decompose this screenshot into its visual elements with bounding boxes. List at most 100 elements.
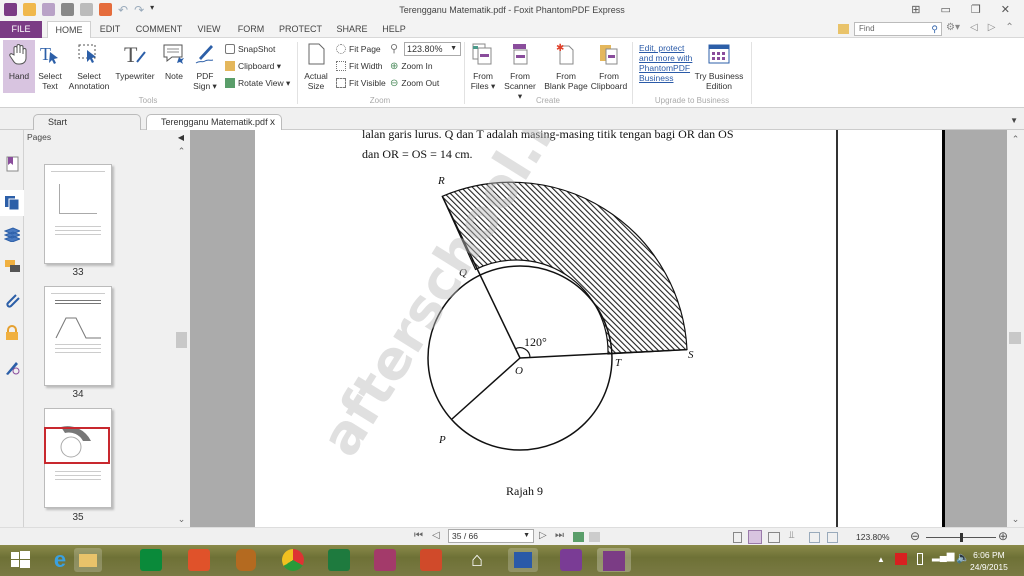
- select-annotation-button[interactable]: Select Annotation: [67, 40, 111, 91]
- facing-view-icon[interactable]: [768, 532, 780, 543]
- menu-protect[interactable]: PROTECT: [278, 21, 323, 38]
- single-page-view-icon[interactable]: [733, 532, 742, 543]
- word-icon[interactable]: [508, 548, 538, 572]
- onenote-icon[interactable]: [560, 549, 582, 571]
- tab-start[interactable]: Start: [33, 114, 141, 130]
- signatures-icon[interactable]: [4, 360, 20, 376]
- home-icon[interactable]: ⌂: [465, 548, 489, 572]
- maximize-button[interactable]: ❐: [971, 3, 981, 16]
- tray-app-icon[interactable]: [895, 553, 907, 565]
- rotate-view-button[interactable]: Rotate View ▾: [225, 77, 290, 89]
- menu-form[interactable]: FORM: [235, 21, 267, 38]
- file-explorer-icon[interactable]: [74, 548, 102, 572]
- start-button-icon[interactable]: [8, 548, 32, 572]
- previous-page-icon[interactable]: ◁: [432, 530, 440, 541]
- hand-tool-button[interactable]: Hand: [3, 40, 35, 93]
- page-thumbnail-33[interactable]: [44, 164, 112, 264]
- pdf-page[interactable]: lalan garis lurus. Q dan T adalah masing…: [256, 127, 945, 527]
- continuous-facing-icon[interactable]: ⫫: [789, 530, 795, 541]
- page-dropdown-icon[interactable]: ▼: [523, 530, 530, 542]
- select-text-button[interactable]: T Select Text: [36, 40, 64, 91]
- current-view-rectangle[interactable]: [44, 427, 110, 464]
- menu-edit[interactable]: EDIT: [94, 21, 126, 38]
- layers-icon[interactable]: [3, 226, 22, 243]
- security-lock-icon[interactable]: [4, 325, 20, 341]
- continuous-view-icon[interactable]: [748, 530, 762, 544]
- menu-comment[interactable]: COMMENT: [134, 21, 184, 38]
- next-page-icon[interactable]: ▷: [539, 530, 547, 541]
- comments-icon[interactable]: [4, 258, 20, 274]
- menu-help[interactable]: HELP: [380, 21, 408, 38]
- volume-icon[interactable]: 🔈: [956, 551, 970, 564]
- upgrade-link[interactable]: Edit, protect and more with PhantomPDF B…: [639, 43, 695, 83]
- from-clipboard-button[interactable]: From Clipboard: [590, 40, 628, 91]
- find-folder-icon[interactable]: [838, 24, 849, 34]
- document-scrollbar[interactable]: ⌃ ⌄: [1007, 130, 1024, 527]
- zoom-out-button[interactable]: ⊖ Zoom Out: [390, 77, 439, 89]
- access-icon[interactable]: [374, 549, 396, 571]
- doc-scroll-thumb[interactable]: [1009, 332, 1021, 344]
- scroll-up-icon[interactable]: ⌃: [175, 146, 188, 157]
- bookmarks-icon[interactable]: [4, 156, 20, 172]
- doc-scroll-down-icon[interactable]: ⌄: [1007, 514, 1024, 525]
- fit-page-button[interactable]: Fit Page: [336, 43, 381, 55]
- minimize-button[interactable]: ▭: [941, 3, 951, 16]
- try-business-button[interactable]: Try Business Edition: [694, 40, 744, 91]
- extract-page-icon[interactable]: [589, 532, 600, 542]
- pdf-sign-button[interactable]: PDF Sign ▾: [190, 40, 220, 91]
- close-tab-icon[interactable]: x: [270, 115, 275, 130]
- from-scanner-button[interactable]: From Scanner ▾: [502, 40, 538, 101]
- last-page-icon[interactable]: ⏭: [555, 530, 564, 541]
- insert-page-icon[interactable]: [573, 532, 584, 542]
- tray-expand-icon[interactable]: ▲: [877, 555, 885, 564]
- signal-icon[interactable]: ▂▄▆: [932, 551, 954, 562]
- zoom-level-select[interactable]: 123.80% ▼: [404, 42, 461, 56]
- settings-gear-icon[interactable]: ⚙▾: [946, 22, 960, 33]
- close-button[interactable]: ✕: [1001, 3, 1010, 16]
- rotate-right-icon[interactable]: [827, 532, 838, 543]
- excel-icon[interactable]: [328, 549, 350, 571]
- menu-home[interactable]: HOME: [47, 21, 91, 39]
- page-thumbnail-35[interactable]: [44, 408, 112, 508]
- clipboard-button[interactable]: Clipboard ▾: [225, 60, 281, 72]
- chrome-icon[interactable]: [282, 549, 304, 571]
- photos-icon[interactable]: [188, 549, 210, 571]
- typewriter-button[interactable]: T Typewriter: [113, 40, 157, 81]
- attachments-icon[interactable]: [4, 292, 20, 308]
- first-page-icon[interactable]: ⏮: [414, 530, 423, 541]
- zoom-in-circle-icon[interactable]: ⊕: [998, 529, 1008, 543]
- previous-result-icon[interactable]: ◁: [970, 22, 978, 33]
- rotate-left-icon[interactable]: [809, 532, 820, 543]
- doc-scroll-up-icon[interactable]: ⌃: [1007, 134, 1024, 145]
- collapse-ribbon-icon[interactable]: ⌃: [1005, 22, 1013, 33]
- tab-list-dropdown-icon[interactable]: ▼: [1010, 116, 1018, 125]
- search-icon[interactable]: ⚲: [931, 23, 938, 35]
- tab-document[interactable]: Terengganu Matematik.pdf x: [146, 114, 282, 131]
- note-button[interactable]: Note: [160, 40, 188, 81]
- pages-panel-icon[interactable]: [0, 190, 24, 216]
- menu-view[interactable]: VIEW: [194, 21, 224, 38]
- fit-width-button[interactable]: Fit Width: [336, 60, 383, 72]
- from-blank-page-button[interactable]: ✱ From Blank Page: [543, 40, 589, 91]
- zoom-out-circle-icon[interactable]: ⊖: [910, 529, 920, 543]
- app-icon[interactable]: [236, 549, 256, 571]
- page-thumbnail-34[interactable]: [44, 286, 112, 386]
- foxit-pdf-icon[interactable]: [597, 548, 631, 572]
- zoom-slider-thumb[interactable]: [959, 533, 963, 542]
- system-clock[interactable]: 6:06 PM 24/9/2015: [970, 549, 1008, 573]
- menu-share[interactable]: SHARE: [334, 21, 370, 38]
- collapse-panel-icon[interactable]: ◀: [178, 133, 184, 142]
- scroll-thumb[interactable]: [176, 332, 187, 348]
- actual-size-button[interactable]: Actual Size: [301, 40, 331, 91]
- zoom-in-button[interactable]: ⊕ Zoom In: [390, 60, 433, 72]
- powerpoint-icon[interactable]: [420, 549, 442, 571]
- layout-icon[interactable]: ⊞: [911, 3, 920, 16]
- fit-visible-button[interactable]: Fit Visible: [336, 77, 386, 89]
- next-result-icon[interactable]: ▷: [988, 22, 996, 33]
- scroll-down-icon[interactable]: ⌄: [175, 514, 188, 525]
- menu-file[interactable]: FILE: [0, 21, 42, 38]
- internet-explorer-icon[interactable]: e: [48, 548, 72, 572]
- zoom-slider[interactable]: [926, 533, 996, 542]
- pages-panel-scrollbar[interactable]: ⌃ ⌄: [175, 146, 188, 527]
- from-files-button[interactable]: From Files ▾: [468, 40, 498, 91]
